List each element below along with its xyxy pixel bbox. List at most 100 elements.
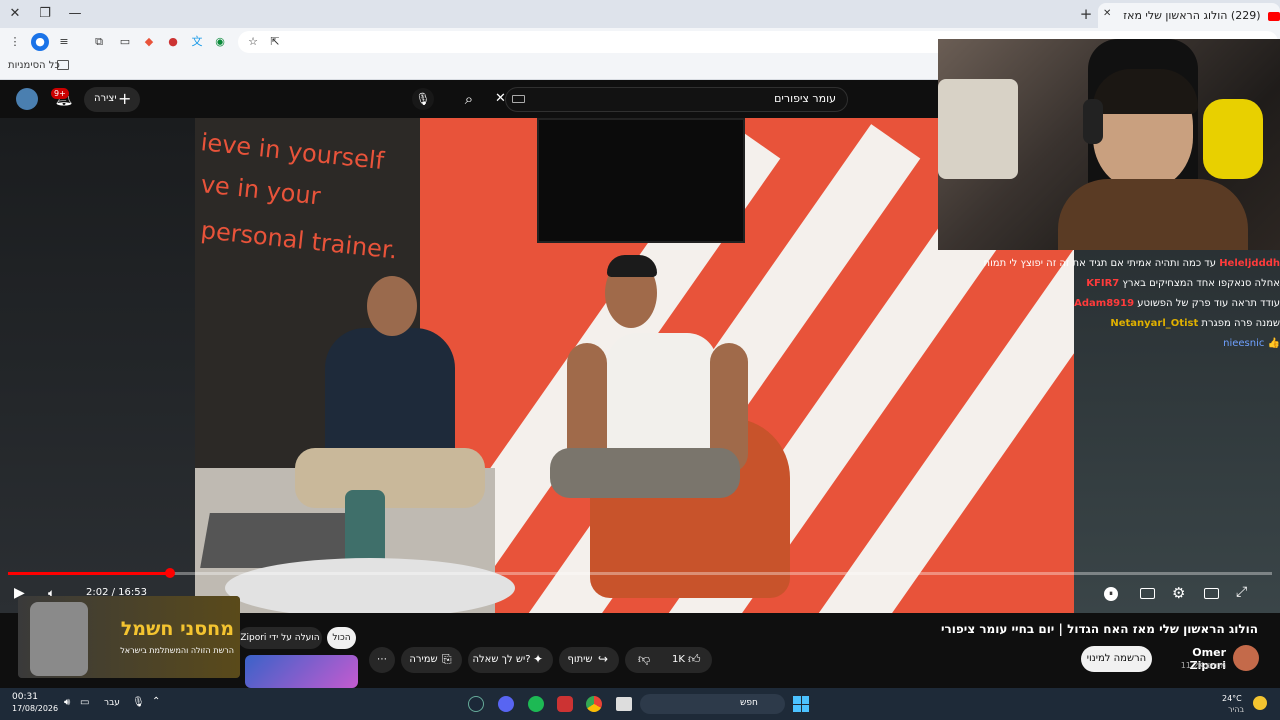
tab-title: (229) הולוג הראשון שלי מאז xyxy=(1123,9,1261,22)
subscriber-count: 11.2K מנויים xyxy=(1180,661,1226,670)
avatar[interactable] xyxy=(16,88,38,110)
progress-bar[interactable] xyxy=(8,572,1272,575)
extension-icon-2[interactable]: ◆ xyxy=(140,33,158,51)
spotify-icon[interactable] xyxy=(528,696,544,712)
share-label: שיתוף xyxy=(567,654,593,665)
headphones-icon xyxy=(1083,99,1103,144)
sponsor-banner: מחסני חשמל הרשת הזולה והמשתלמת בישראל xyxy=(18,596,240,678)
video-person-right-hair xyxy=(607,255,657,277)
ask-label: יש לך שאלה? xyxy=(472,654,531,665)
search-value: עומר ציפורים xyxy=(774,92,836,105)
chat-message: שמנה פרה מפגרת Netanyarl_Otist xyxy=(1110,318,1280,329)
dislike-icon[interactable]: 👎︎ xyxy=(638,652,650,667)
more-actions-button[interactable]: ⋯ xyxy=(369,647,395,673)
save-label: שמירה xyxy=(409,654,438,665)
channel-avatar[interactable] xyxy=(1233,645,1259,671)
menu-dots-icon[interactable]: ⋮ xyxy=(6,33,24,51)
sparkle-icon: ✦ xyxy=(533,652,544,666)
like-icon[interactable]: 👍︎ xyxy=(688,652,701,667)
profile-icon[interactable]: ● xyxy=(31,33,49,51)
close-window-button[interactable]: ✕ xyxy=(5,4,25,24)
extensions-icon[interactable]: ⧉ xyxy=(90,33,108,51)
weather-desc: בהיר xyxy=(1228,705,1245,714)
extension-icon-1[interactable]: ▭ xyxy=(116,33,134,51)
recommended-thumbnail[interactable] xyxy=(245,655,358,688)
restore-window-button[interactable]: ❐ xyxy=(35,4,55,24)
microphone-tray-icon[interactable]: 🎙︎ xyxy=(132,697,145,708)
streamer-webcam xyxy=(938,39,1280,250)
new-tab-button[interactable]: + xyxy=(1076,4,1096,24)
close-tab-icon[interactable]: ✕ xyxy=(1103,8,1115,20)
sponsor-title: מחסני חשמל xyxy=(120,618,234,640)
share-button[interactable]: שיתוף xyxy=(559,647,619,673)
windows-start-icon[interactable] xyxy=(793,696,809,712)
keyboard-icon[interactable] xyxy=(512,95,525,103)
video-title: הולוג הראשון שלי מאז האח הגדול | יום בחי… xyxy=(941,622,1258,636)
clear-search-icon[interactable]: ✕ xyxy=(495,91,506,106)
file-explorer-icon[interactable] xyxy=(616,697,632,711)
extension-icon-4[interactable]: ◉ xyxy=(211,33,229,51)
search-button[interactable]: ⌕ xyxy=(450,87,488,112)
chat-text: אחלה סנאקפו אחד המצחיקים בארץ xyxy=(1122,278,1280,289)
like-count[interactable]: 1K xyxy=(672,654,685,665)
notifications-badge: 9+ xyxy=(51,88,69,99)
taskbar-search-box[interactable]: חפש xyxy=(640,694,785,714)
bookmark-icon: ⎘ xyxy=(442,652,452,666)
extension-icon-3[interactable]: ● xyxy=(164,33,182,51)
stream-chat: Heleljdddh עד כמה ותהיה אמיתי אם תגיד את… xyxy=(945,256,1280,356)
save-button[interactable]: שמירה xyxy=(401,647,462,673)
weather-temp[interactable]: 24°C xyxy=(1222,694,1242,703)
clock-date[interactable]: 17/08/2026 xyxy=(12,704,58,713)
steam-icon[interactable] xyxy=(468,696,484,712)
voice-search-icon[interactable]: 🎙︎ xyxy=(412,88,434,110)
filter-chip-uploaded[interactable]: הועלה על ידי Zipori xyxy=(238,627,322,649)
create-label: יצירה xyxy=(94,93,117,104)
chrome-icon[interactable] xyxy=(586,696,602,712)
bookmark-star-icon[interactable]: ☆ xyxy=(244,33,262,51)
browser-tab-youtube[interactable]: (229) הולוג הראשון שלי מאז xyxy=(1098,3,1280,28)
chat-username: Heleljdddh xyxy=(1219,258,1280,269)
discord-icon[interactable] xyxy=(498,696,514,712)
network-tray-icon[interactable]: ▭ xyxy=(80,697,89,708)
translate-icon[interactable]: 文 xyxy=(188,33,206,51)
chat-username: Adam8919 xyxy=(1074,298,1135,309)
chat-text: שמנה פרה מפגרת xyxy=(1201,318,1280,329)
tray-overflow-icon[interactable]: ⌃ xyxy=(152,696,160,707)
chat-username: Netanyarl_Otist xyxy=(1110,318,1199,329)
video-person-right-shirt xyxy=(607,333,717,463)
chat-message: Heleljdddh עד כמה ותהיה אמיתי אם תגיד את… xyxy=(984,258,1280,269)
captions-icon[interactable] xyxy=(1140,588,1155,599)
minimize-window-button[interactable]: — xyxy=(65,4,85,24)
chat-username: nieesnic xyxy=(1223,338,1265,349)
language-indicator[interactable]: עבר xyxy=(104,698,120,708)
volume-tray-icon[interactable]: 🔊︎ xyxy=(64,697,70,708)
reading-list-icon[interactable]: ≡ xyxy=(55,33,73,51)
youtube-icon xyxy=(1268,11,1280,21)
install-app-icon[interactable]: ⇱ xyxy=(266,33,284,51)
create-button[interactable]: + יצירה xyxy=(84,87,140,112)
webcam-yellow-object xyxy=(1203,99,1263,179)
chat-message: אחלה סנאקפו אחד המצחיקים בארץ KFIR7 xyxy=(1086,278,1280,289)
webcam-person-shirt xyxy=(1058,179,1248,250)
clock-time[interactable]: 00:31 xyxy=(12,692,38,702)
miniplayer-icon[interactable] xyxy=(1204,588,1219,599)
video-person-left-legs xyxy=(295,448,485,508)
settings-gear-icon[interactable]: ⚙ xyxy=(1172,584,1185,602)
fullscreen-icon[interactable]: ⤢ xyxy=(1236,584,1247,600)
progress-scrubber[interactable] xyxy=(164,568,175,578)
chat-message: עודד תראה עוד פרק של הפשוטע Adam8919 xyxy=(1074,298,1280,309)
chat-text: עד כמה ותהיה אמיתי אם תגיד את זה זה יפוצ… xyxy=(983,258,1216,269)
video-tv-screen xyxy=(537,118,745,243)
filter-chip-all[interactable]: הכול xyxy=(327,627,356,649)
share-icon: ↪ xyxy=(598,652,609,666)
app-icon[interactable] xyxy=(557,696,573,712)
autoplay-toggle[interactable]: ⏸ xyxy=(1104,587,1118,601)
subscribe-button[interactable]: הרשמה למינוי xyxy=(1081,646,1152,672)
chat-text: עודד תראה עוד פרק של הפשוטע xyxy=(1137,298,1280,309)
all-bookmarks-link[interactable]: כל הסימניות xyxy=(8,60,60,71)
video-person-left-shirt xyxy=(325,328,455,468)
sponsor-subtitle: הרשת הזולה והמשתלמת בישראל xyxy=(120,646,234,655)
video-person-left-head xyxy=(367,276,417,336)
chat-username: KFIR7 xyxy=(1086,278,1120,289)
taskbar-search-label: חפש xyxy=(740,698,758,708)
